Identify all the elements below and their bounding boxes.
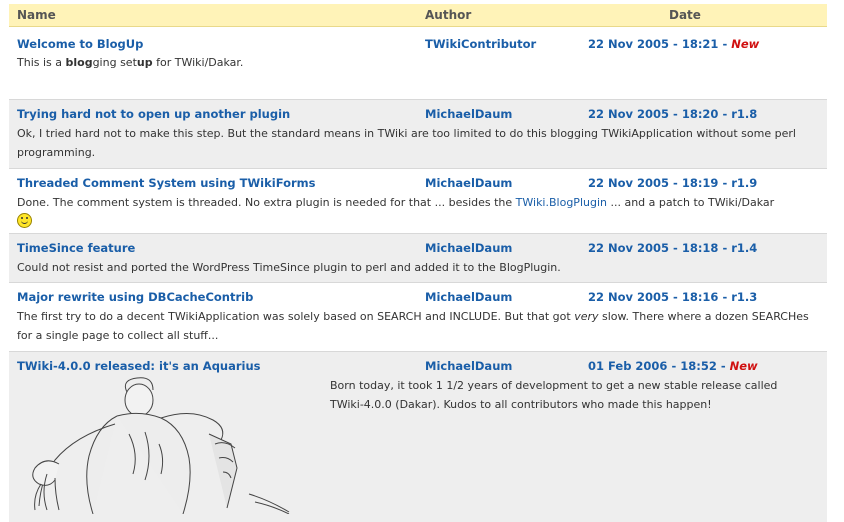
new-badge: New [731,37,760,51]
table-row: TWiki-4.0.0 released: it's an Aquarius M… [9,352,827,522]
summary-text: ... and a patch to TWiki/Dakar [606,196,775,209]
date-separator: - [716,359,730,373]
entry-summary: Born today, it took 1 1/2 years of devel… [330,379,778,411]
table-row: Major rewrite using DBCacheContrib Micha… [9,283,827,352]
date-text: 22 Nov 2005 - 18:18 [588,241,719,255]
summary-bold: up [136,56,153,69]
entry-summary: The first try to do a decent TWikiApplic… [17,307,817,345]
entry-date: 22 Nov 2005 - 18:18 - r1.4 [588,241,757,255]
date-text: 22 Nov 2005 - 18:16 [588,290,719,304]
column-header-author[interactable]: Author [425,8,471,22]
date-text: 22 Nov 2005 - 18:21 [588,37,719,51]
revision-link[interactable]: r1.8 [731,107,757,121]
entry-summary: Done. The comment system is threaded. No… [17,193,817,231]
entry-date: 22 Nov 2005 - 18:20 - r1.8 [588,107,757,121]
author-link[interactable]: MichaelDaum [425,107,512,121]
date-separator: - [718,176,732,190]
entry-title-link[interactable]: TimeSince feature [17,241,135,255]
entry-title-link[interactable]: TWiki-4.0.0 released: it's an Aquarius [17,359,261,373]
author-link[interactable]: MichaelDaum [425,290,512,304]
date-text: 01 Feb 2006 - 18:52 [588,359,717,373]
new-badge: New [729,359,758,373]
revision-link[interactable]: r1.9 [731,176,757,190]
table-row: TimeSince feature MichaelDaum 22 Nov 200… [9,234,827,283]
table-row: Trying hard not to open up another plugi… [9,100,827,169]
entry-title-link[interactable]: Threaded Comment System using TWikiForms [17,176,315,190]
summary-text: for TWiki/Dakar. [152,56,244,69]
table-header: Name Author Date [9,4,827,27]
revision-link[interactable]: r1.4 [731,241,757,255]
date-text: 22 Nov 2005 - 18:20 [588,107,719,121]
author-link[interactable]: MichaelDaum [425,241,512,255]
entry-title-link[interactable]: Trying hard not to open up another plugi… [17,107,290,121]
smiley-icon [17,213,32,228]
date-text: 22 Nov 2005 - 18:19 [588,176,719,190]
table-row: Threaded Comment System using TWikiForms… [9,169,827,234]
column-header-date[interactable]: Date [669,8,701,22]
summary-bold: blog [65,56,93,69]
entry-summary: Ok, I tried hard not to make this step. … [17,127,796,159]
table-row: Welcome to BlogUp TWikiContributor 22 No… [9,27,827,100]
author-link[interactable]: MichaelDaum [425,359,512,373]
summary-text: The first try to do a decent TWikiApplic… [17,310,575,323]
entry-date: 22 Nov 2005 - 18:16 - r1.3 [588,290,757,304]
date-separator: - [718,37,732,51]
revision-link[interactable]: r1.3 [731,290,757,304]
blog-entries-table: Name Author Date Welcome to BlogUp TWiki… [9,4,827,522]
entry-summary: This is a blogging setup for TWiki/Dakar… [17,53,817,72]
summary-emphasis: very [574,310,599,323]
blogplugin-link[interactable]: TWiki.BlogPlugin [516,196,607,209]
aquarius-illustration [32,377,290,514]
entry-title-link[interactable]: Major rewrite using DBCacheContrib [17,290,253,304]
summary-text: Done. The comment system is threaded. No… [17,196,516,209]
date-separator: - [718,290,732,304]
date-separator: - [718,241,732,255]
entry-title-link[interactable]: Welcome to BlogUp [17,37,143,51]
date-separator: - [718,107,732,121]
summary-text: This is a [17,56,66,69]
entry-summary: Could not resist and ported the WordPres… [17,261,561,274]
author-link[interactable]: TWikiContributor [425,37,536,51]
entry-date: 22 Nov 2005 - 18:19 - r1.9 [588,176,757,190]
author-link[interactable]: MichaelDaum [425,176,512,190]
summary-text: ging set [92,56,137,69]
column-header-name[interactable]: Name [17,8,56,22]
entry-date: 22 Nov 2005 - 18:21 - New [588,37,759,51]
entry-date: 01 Feb 2006 - 18:52 - New [588,359,758,373]
